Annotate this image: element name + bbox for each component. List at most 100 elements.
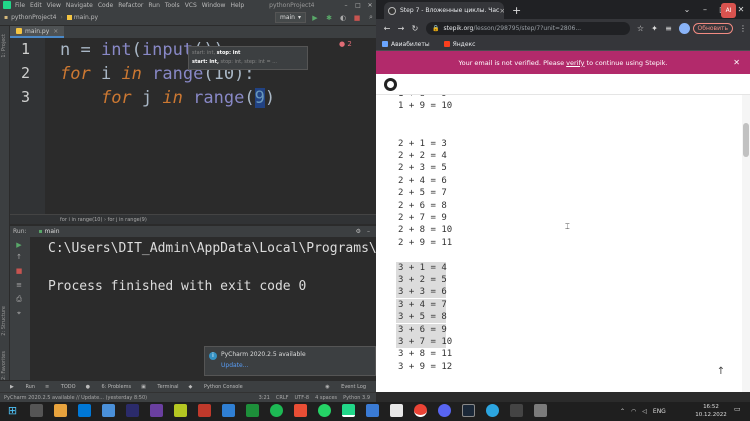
menu-tools[interactable]: Tools bbox=[165, 2, 180, 9]
verify-link[interactable]: verify bbox=[566, 59, 584, 67]
stop-icon[interactable]: ■ bbox=[352, 13, 362, 23]
menu-vcs[interactable]: VCS bbox=[185, 2, 197, 9]
tool-tab-python-console[interactable]: ◆ Python Console bbox=[189, 384, 243, 390]
code-breadcrumbs[interactable]: for i in range(10) › for j in range(9) bbox=[10, 214, 376, 224]
editor-tab-main[interactable]: main.py × bbox=[10, 26, 65, 38]
close-tab-icon[interactable]: × bbox=[53, 28, 58, 35]
scrollbar-thumb[interactable] bbox=[743, 123, 749, 157]
update-link[interactable]: Update... bbox=[221, 362, 369, 369]
close-banner-icon[interactable]: ✕ bbox=[733, 58, 740, 67]
app-icon[interactable] bbox=[390, 404, 403, 417]
update-browser-button[interactable]: Обновить bbox=[692, 23, 733, 34]
close-tab-icon[interactable]: × bbox=[499, 7, 504, 15]
tray-chevron-icon[interactable]: ⌃ bbox=[620, 408, 625, 415]
bookmark-yandex[interactable]: Яндекс bbox=[443, 41, 475, 48]
browser-tab-stepik[interactable]: Step 7 - Вложенные циклы. Час × bbox=[384, 2, 504, 19]
app-icon[interactable] bbox=[510, 404, 523, 417]
discord-icon[interactable] bbox=[438, 404, 451, 417]
close-icon[interactable]: ✕ bbox=[364, 2, 376, 9]
steam-icon[interactable] bbox=[462, 404, 475, 417]
menu-run[interactable]: Run bbox=[148, 2, 160, 9]
lock-icon[interactable]: 🔒 bbox=[432, 25, 439, 32]
visual-studio-icon[interactable] bbox=[126, 404, 139, 417]
app-icon[interactable] bbox=[366, 404, 379, 417]
menu-edit[interactable]: Edit bbox=[30, 2, 42, 9]
address-bar[interactable]: 🔒 stepik.org/lesson/298795/step/7?unit=2… bbox=[426, 22, 630, 35]
scroll-to-top-icon[interactable]: ↑ bbox=[714, 366, 728, 380]
coverage-icon[interactable]: ◐ bbox=[338, 13, 348, 23]
run-tab-main[interactable]: ▪ main bbox=[39, 228, 60, 235]
structure-tool-tab[interactable]: 2: Structure bbox=[1, 306, 7, 336]
caret-position[interactable]: 3:21 bbox=[259, 395, 270, 401]
bookmark-star-icon[interactable]: ☆ bbox=[634, 24, 648, 33]
chevron-down-icon[interactable]: ⌄ bbox=[678, 5, 696, 14]
menu-refactor[interactable]: Refactor bbox=[118, 2, 143, 9]
spotify-icon[interactable] bbox=[270, 404, 283, 417]
bookmark-aviabilety[interactable]: Авиабилеты bbox=[382, 41, 430, 48]
run-icon[interactable]: ▶ bbox=[310, 13, 320, 23]
menu-view[interactable]: View bbox=[47, 2, 61, 9]
python-interpreter[interactable]: Python 3.9 bbox=[343, 395, 370, 401]
file-encoding[interactable]: UTF-8 bbox=[295, 395, 310, 401]
keyboard-language[interactable]: ENG bbox=[653, 408, 666, 415]
line-separator[interactable]: CRLF bbox=[276, 395, 289, 401]
search-icon[interactable]: ⌕ bbox=[366, 13, 376, 23]
more-menu-icon[interactable]: ⋮ bbox=[736, 24, 750, 33]
nav-file[interactable]: main.py bbox=[74, 14, 98, 21]
menu-window[interactable]: Window bbox=[202, 2, 226, 9]
status-message[interactable]: PyCharm 2020.2.5 available // Update... … bbox=[4, 395, 147, 401]
back-icon[interactable]: ← bbox=[380, 24, 394, 33]
minimize-icon[interactable]: – bbox=[340, 2, 352, 9]
print-icon[interactable]: ⎙ bbox=[14, 295, 24, 303]
windows-start-icon[interactable]: ⊞ bbox=[6, 404, 19, 417]
word-icon[interactable] bbox=[102, 404, 115, 417]
run-config-select[interactable]: main ▾ bbox=[274, 12, 306, 23]
volume-icon[interactable]: ◁ bbox=[642, 408, 647, 415]
debug-icon[interactable]: ✱ bbox=[324, 13, 334, 23]
reload-icon[interactable]: ↻ bbox=[408, 24, 422, 33]
gear-icon[interactable]: ⚙ bbox=[356, 228, 361, 235]
stop-icon[interactable]: ■ bbox=[14, 267, 24, 275]
menu-code[interactable]: Code bbox=[98, 2, 113, 9]
user-avatar[interactable]: AI bbox=[721, 3, 736, 18]
hide-icon[interactable]: – bbox=[367, 228, 370, 235]
notifications-icon[interactable]: ▭ bbox=[734, 405, 744, 417]
extensions-icon[interactable]: ✦ bbox=[648, 24, 662, 33]
search-icon[interactable] bbox=[30, 404, 43, 417]
tool-tab-todo[interactable]: ≡ TODO bbox=[45, 384, 76, 390]
tool-tab-event-log[interactable]: ◉ Event Log bbox=[325, 384, 366, 390]
taskbar-clock[interactable]: 16:52 10.12.2022 bbox=[694, 403, 728, 419]
outlook-icon[interactable] bbox=[78, 404, 91, 417]
new-tab-icon[interactable]: + bbox=[512, 2, 521, 19]
nav-project[interactable]: pythonProject4 bbox=[11, 14, 56, 21]
page-scrollbar[interactable] bbox=[742, 95, 750, 392]
forward-icon[interactable]: → bbox=[394, 24, 408, 33]
menu-navigate[interactable]: Navigate bbox=[66, 2, 93, 9]
pin-icon[interactable]: ⌖ bbox=[14, 309, 24, 317]
menu-file[interactable]: File bbox=[15, 2, 25, 9]
telegram-icon[interactable] bbox=[486, 404, 499, 417]
pycharm-taskbar-icon[interactable] bbox=[342, 404, 355, 417]
up-icon[interactable]: ↑ bbox=[14, 253, 24, 261]
error-count-badge[interactable]: ● 2 bbox=[339, 40, 352, 48]
chrome-taskbar-icon[interactable] bbox=[414, 404, 427, 417]
reading-list-icon[interactable]: ≡ bbox=[662, 24, 676, 33]
file-explorer-icon[interactable] bbox=[54, 404, 67, 417]
app-icon[interactable] bbox=[198, 404, 211, 417]
app-icon[interactable] bbox=[534, 404, 547, 417]
rerun-icon[interactable]: ▶ bbox=[14, 241, 24, 249]
network-icon[interactable]: ◠ bbox=[631, 408, 636, 415]
project-tool-tab[interactable]: 1: Project bbox=[1, 34, 7, 58]
menu-help[interactable]: Help bbox=[230, 2, 244, 9]
powerpoint-icon[interactable] bbox=[294, 404, 307, 417]
onenote-icon[interactable] bbox=[150, 404, 163, 417]
favorites-tool-tab[interactable]: 2: Favorites bbox=[1, 351, 7, 380]
profile-avatar[interactable] bbox=[678, 23, 690, 34]
wrap-icon[interactable]: ≡ bbox=[14, 281, 24, 289]
app-icon[interactable] bbox=[174, 404, 187, 417]
tool-tab-problems[interactable]: ● 6: Problems bbox=[86, 384, 131, 390]
minimize-icon[interactable]: – bbox=[696, 5, 714, 14]
stepik-logo-icon[interactable] bbox=[384, 78, 397, 91]
indent-setting[interactable]: 4 spaces bbox=[315, 395, 337, 401]
store-icon[interactable] bbox=[222, 404, 235, 417]
